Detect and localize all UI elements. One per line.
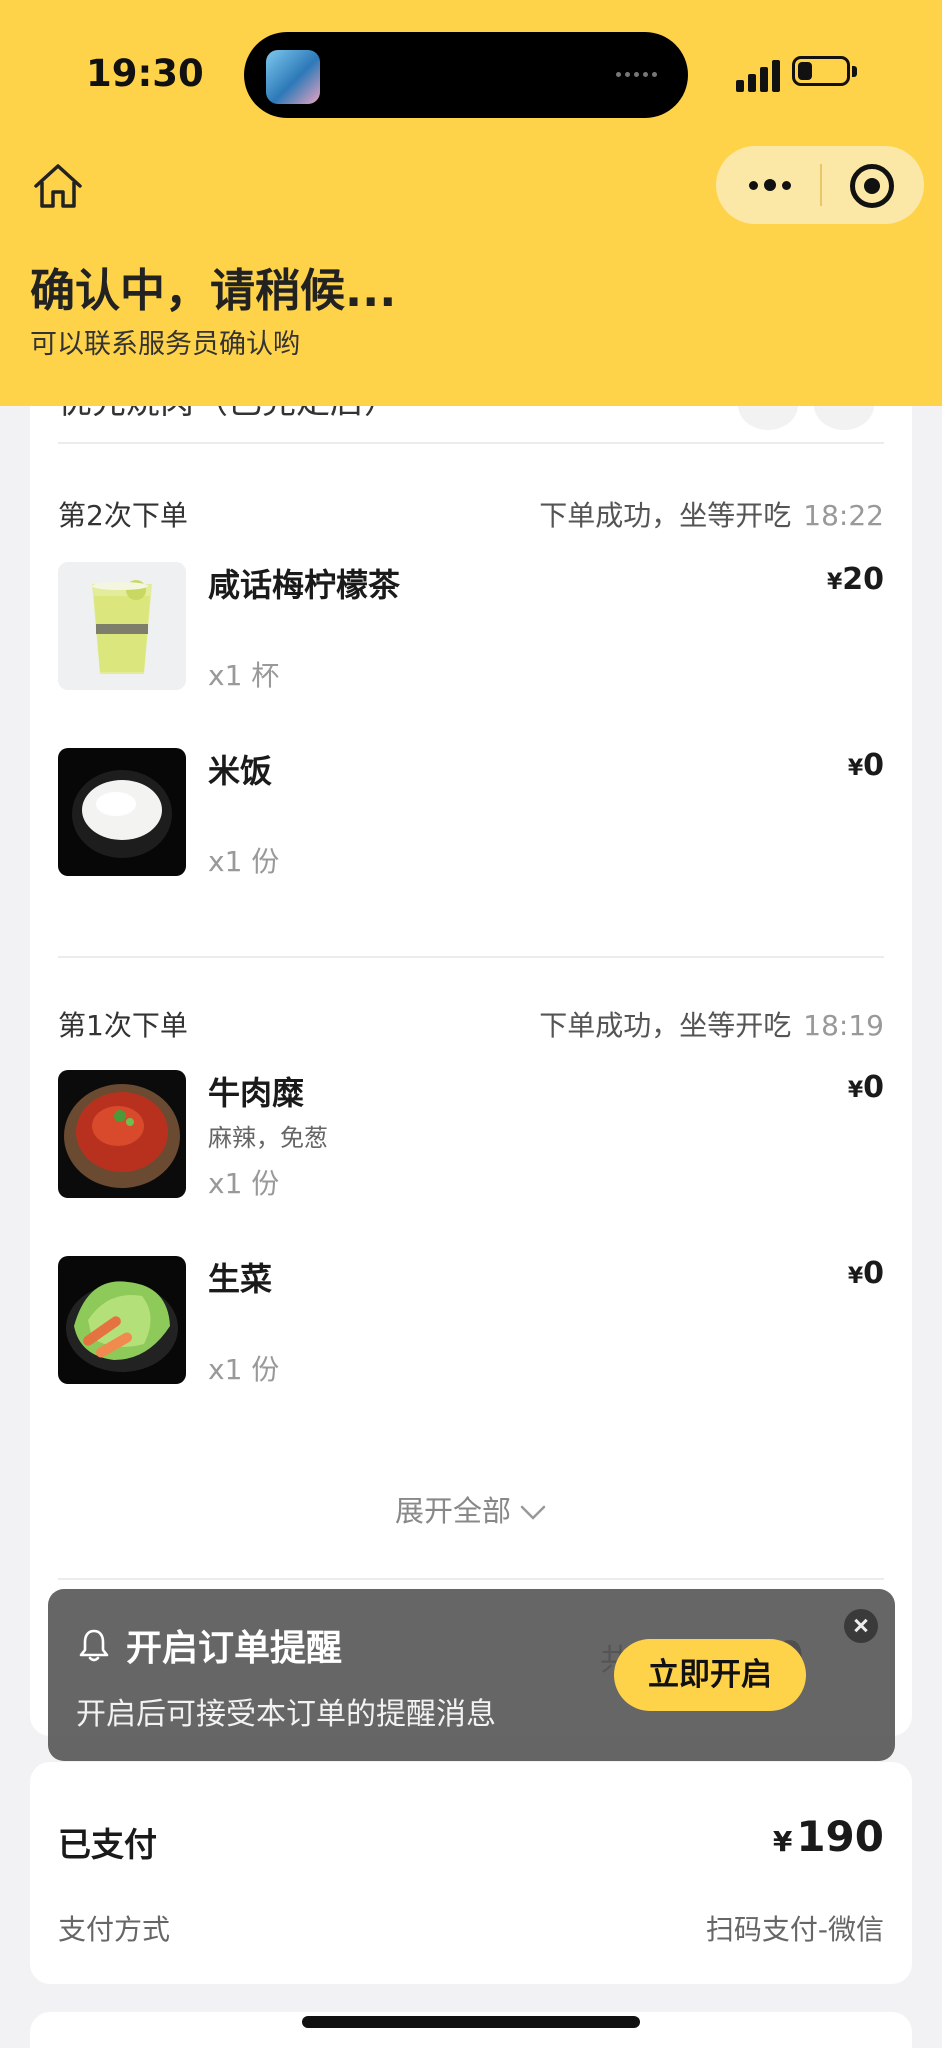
order-round-header: 第1次下单 下单成功，坐等开吃 18:19 (58, 1004, 884, 1044)
enable-reminder-button[interactable]: 立即开启 (614, 1639, 806, 1711)
order-item[interactable]: 生菜 x1 份 ¥0 (58, 1256, 884, 1386)
item-name: 咸话梅柠檬茶 (208, 566, 401, 604)
item-price: ¥0 (847, 748, 884, 783)
item-qty: x1 份 (208, 1353, 280, 1386)
divider (58, 1578, 884, 1580)
home-icon[interactable] (30, 158, 86, 214)
app-icon (266, 50, 320, 104)
more-icon[interactable] (742, 168, 798, 202)
close-icon[interactable] (844, 1609, 878, 1643)
home-indicator[interactable] (302, 2016, 640, 2028)
beef-image (58, 1070, 186, 1198)
divider (58, 442, 884, 444)
header: 19:30 确认中，请稍候... 可以联系服务员确认哟 (0, 0, 942, 406)
payment-method-label: 支付方式 (58, 1913, 171, 1946)
battery-icon (792, 56, 850, 86)
item-price: ¥20 (826, 562, 884, 597)
order-round-header: 第2次下单 下单成功，坐等开吃 18:22 (58, 494, 884, 534)
status-time: 19:30 (86, 52, 204, 95)
order-round-label: 第1次下单 (58, 1009, 188, 1042)
item-qty: x1 份 (208, 845, 280, 878)
toast-title: 开启订单提醒 (126, 1628, 343, 1669)
item-price: ¥0 (847, 1256, 884, 1291)
paid-label: 已支付 (58, 1825, 157, 1864)
rice-image (58, 748, 186, 876)
toast-subtitle: 开启后可接受本订单的提醒消息 (76, 1697, 496, 1732)
item-price: ¥0 (847, 1070, 884, 1105)
payment-method-value: 扫码支付-微信 (705, 1913, 884, 1946)
waveform-icon (616, 72, 664, 80)
chevron-down-icon (520, 1505, 546, 1520)
divider (58, 956, 884, 958)
order-page: 优先烧肉（已完疋店） 第2次下单 下单成功，坐等开吃18:22 咸话梅柠檬茶 x… (0, 0, 942, 2048)
payment-card: 已支付 ¥190 支付方式 扫码支付-微信 (30, 1762, 912, 1984)
signal-icon (736, 58, 782, 92)
miniprogram-capsule (716, 146, 924, 224)
bell-icon (79, 1629, 109, 1662)
order-round-status: 下单成功，坐等开吃 18:22 (539, 499, 884, 532)
paid-amount: ¥190 (772, 1812, 884, 1861)
item-note: 麻辣，免葱 (208, 1124, 328, 1152)
page-subtitle: 可以联系服务员确认哟 (30, 329, 300, 360)
page-title: 确认中，请稍候... (30, 264, 397, 317)
order-round-label: 第2次下单 (58, 499, 188, 532)
order-item[interactable]: 米饭 x1 份 ¥0 (58, 748, 884, 878)
item-name: 米饭 (208, 752, 273, 790)
order-round-status: 下单成功，坐等开吃 18:19 (539, 1009, 884, 1042)
item-qty: x1 份 (208, 1167, 280, 1200)
expand-all-button[interactable]: 展开全部 (30, 1488, 912, 1530)
dynamic-island (244, 32, 688, 118)
lemon-tea-image (58, 562, 186, 690)
item-name: 牛肉糜 (208, 1074, 305, 1112)
item-qty: x1 杯 (208, 659, 280, 692)
close-miniprogram-icon[interactable] (850, 164, 894, 208)
order-card: 优先烧肉（已完疋店） 第2次下单 下单成功，坐等开吃18:22 咸话梅柠檬茶 x… (30, 380, 912, 1736)
lettuce-image (58, 1256, 186, 1384)
order-item[interactable]: 牛肉糜 麻辣，免葱 x1 份 ¥0 (58, 1070, 884, 1200)
item-name: 生菜 (208, 1260, 273, 1298)
order-item[interactable]: 咸话梅柠檬茶 x1 杯 ¥20 (58, 562, 884, 692)
expand-all-label: 展开全部 (394, 1494, 511, 1528)
order-reminder-toast: 开启订单提醒 开启后可接受本订单的提醒消息 立即开启 (48, 1589, 895, 1761)
